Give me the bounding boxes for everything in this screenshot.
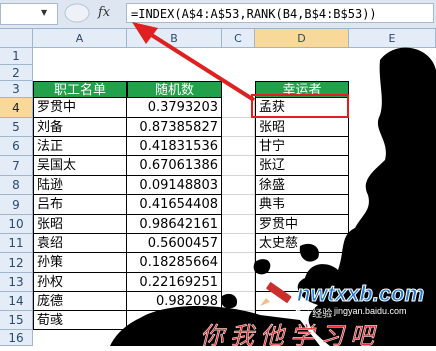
- row-header[interactable]: 9: [0, 195, 33, 215]
- cell-random[interactable]: 0.982098: [127, 292, 222, 311]
- cell-random[interactable]: 0.41654408: [127, 195, 222, 215]
- column-header-e[interactable]: E: [349, 29, 436, 48]
- cell-name[interactable]: 吕布: [33, 195, 127, 215]
- cell-random[interactable]: 0.18285664: [127, 253, 222, 273]
- cell-empty[interactable]: [222, 292, 255, 311]
- cell-lucky[interactable]: 张辽: [255, 156, 349, 176]
- column-header-d[interactable]: D: [255, 29, 349, 48]
- cell-name[interactable]: 法正: [33, 137, 127, 156]
- cell-random[interactable]: 0.5600457: [127, 234, 222, 253]
- watermark-sub: jingyan.baidu.com: [334, 306, 407, 316]
- cell-name[interactable]: 孙策: [33, 253, 127, 273]
- formula-input[interactable]: =INDEX(A$4:A$53,RANK(B4,B$4:B$53)): [126, 3, 434, 23]
- cell-name[interactable]: 袁绍: [33, 234, 127, 253]
- column-header-a[interactable]: A: [33, 29, 127, 48]
- select-all-corner[interactable]: [0, 29, 33, 48]
- cell-empty[interactable]: [222, 176, 255, 195]
- cell-name[interactable]: 张昭: [33, 215, 127, 234]
- pencil-icon: [260, 282, 292, 306]
- cell-random[interactable]: 0.87385827: [127, 118, 222, 137]
- cell-lucky[interactable]: 太史慈: [255, 234, 349, 253]
- cell-lucky[interactable]: 甘宁: [255, 137, 349, 156]
- cell-empty[interactable]: [222, 137, 255, 156]
- header-cell-staff[interactable]: 职工名单: [33, 81, 127, 98]
- cell-lucky[interactable]: 张昭: [255, 118, 349, 137]
- cell-lucky[interactable]: 典韦: [255, 195, 349, 215]
- row-header[interactable]: 6: [0, 137, 33, 156]
- highlight-box: [251, 94, 349, 118]
- row-header[interactable]: 11: [0, 234, 33, 253]
- cell-empty[interactable]: [222, 195, 255, 215]
- cell-random[interactable]: 0.98642161: [127, 215, 222, 234]
- cell-name[interactable]: 刘备: [33, 118, 127, 137]
- cell-name[interactable]: 吴国太: [33, 156, 127, 176]
- column-header-c[interactable]: C: [222, 29, 255, 48]
- cell-lucky[interactable]: 徐盛: [255, 176, 349, 195]
- row-header[interactable]: 15: [0, 311, 33, 330]
- row-header[interactable]: 7: [0, 156, 33, 176]
- watermark-site: nwtxxb.com: [296, 281, 425, 307]
- row-header[interactable]: 4: [0, 98, 33, 118]
- row-header[interactable]: 1: [0, 48, 33, 65]
- row-header[interactable]: 10: [0, 215, 33, 234]
- row-header[interactable]: 3: [0, 81, 33, 98]
- chevron-down-icon[interactable]: ▼: [41, 8, 47, 17]
- cell-random[interactable]: 0.41831536: [127, 137, 222, 156]
- cell-empty[interactable]: [222, 118, 255, 137]
- cell-name[interactable]: 荀彧: [33, 311, 127, 330]
- cell-name[interactable]: 罗贯中: [33, 98, 127, 118]
- cell-random[interactable]: 0.3793203: [127, 98, 222, 118]
- cell-empty[interactable]: [222, 156, 255, 176]
- cell-empty[interactable]: [222, 253, 255, 273]
- cell-random[interactable]: 0.09148803: [127, 176, 222, 195]
- cell-lucky[interactable]: [255, 253, 349, 273]
- cell-random[interactable]: 0.67061386: [127, 156, 222, 176]
- row-header[interactable]: 8: [0, 176, 33, 195]
- cell-lucky[interactable]: 罗贯中: [255, 215, 349, 234]
- row-header[interactable]: 13: [0, 273, 33, 292]
- cell-empty[interactable]: [222, 215, 255, 234]
- row-header[interactable]: 5: [0, 118, 33, 137]
- formula-bar: ▼ fx =INDEX(A$4:A$53,RANK(B4,B$4:B$53)): [0, 0, 436, 29]
- insert-function-icon[interactable]: fx: [98, 5, 110, 20]
- column-header-b[interactable]: B: [127, 29, 222, 48]
- cell-random[interactable]: 0.22169251: [127, 273, 222, 292]
- row-header[interactable]: 16: [0, 330, 33, 346]
- cell-empty[interactable]: [222, 234, 255, 253]
- formula-tools: fx: [62, 2, 122, 24]
- name-box[interactable]: ▼: [0, 3, 58, 25]
- row-header[interactable]: 12: [0, 253, 33, 273]
- zoom-circle-icon: [64, 3, 90, 23]
- cell-empty[interactable]: [222, 273, 255, 292]
- cell-name[interactable]: 孙权: [33, 273, 127, 292]
- cell-name[interactable]: 陆逊: [33, 176, 127, 195]
- row-header[interactable]: 2: [0, 65, 33, 81]
- cell-name[interactable]: 庞德: [33, 292, 127, 311]
- header-cell-random[interactable]: 随机数: [127, 81, 222, 98]
- row-header[interactable]: 14: [0, 292, 33, 311]
